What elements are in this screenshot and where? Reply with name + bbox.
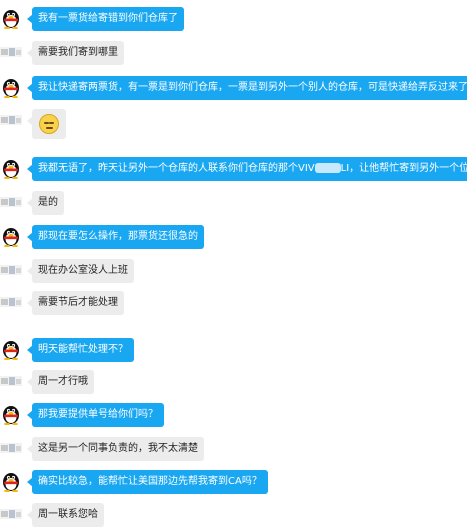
redacted-name — [314, 163, 341, 173]
message-text-part: 我都无语了，昨天让另外一个仓库的人联系你们仓库的那个VIV — [38, 163, 315, 174]
user-avatar-icon[interactable] — [0, 291, 22, 313]
penguin-avatar-icon[interactable] — [0, 157, 22, 179]
message-bubble: 需要我们寄到哪里 — [32, 41, 124, 65]
user-avatar-icon[interactable] — [0, 437, 22, 459]
penguin-avatar-icon[interactable] — [0, 7, 22, 29]
message-bubble: 现在办公室没人上班 — [32, 259, 134, 283]
user-avatar-icon[interactable] — [0, 109, 22, 131]
penguin-avatar-icon[interactable] — [0, 76, 22, 98]
message-bubble: 明天能帮忙处理不？ — [32, 338, 134, 362]
message-bubble: 那现在要怎么操作，那票货还很急的 — [32, 225, 204, 249]
message-bubble: 周一才行哦 — [32, 370, 94, 394]
user-avatar-icon[interactable] — [0, 259, 22, 281]
user-avatar-icon[interactable] — [0, 503, 22, 525]
user-avatar-icon[interactable] — [0, 191, 22, 213]
message-bubble: 我都无语了，昨天让另外一个仓库的人联系你们仓库的那个VIV LI，让他帮忙寄到另外… — [32, 157, 467, 181]
penguin-avatar-icon[interactable] — [0, 403, 22, 425]
message-bubble — [32, 109, 66, 139]
message-bubble: 确实比较急，能帮忙让美国那边先帮我寄到CA吗？ — [32, 470, 268, 494]
user-avatar-icon[interactable] — [0, 370, 22, 392]
message-bubble: 我让快递寄两票货，有一票是到你们仓库，一票是到另外一个别人的仓库，可是快递给弄反… — [32, 76, 467, 100]
message-bubble: 我有一票货给寄错到你们仓库了 — [32, 7, 184, 31]
message-bubble: 周一联系您哈 — [32, 503, 104, 527]
user-avatar-icon[interactable] — [0, 41, 22, 63]
message-bubble: 那我要提供单号给你们吗？ — [32, 403, 164, 427]
message-bubble: 需要节后才能处理 — [32, 291, 124, 315]
message-bubble: 是的 — [32, 191, 64, 215]
message-bubble: 这是另一个同事负责的，我不太清楚 — [32, 437, 204, 461]
grimace-emoji-icon — [39, 114, 59, 134]
message-text-part: LI，让他帮忙寄到另外一个位于CA — [340, 163, 467, 174]
penguin-avatar-icon[interactable] — [0, 470, 22, 492]
penguin-avatar-icon[interactable] — [0, 225, 22, 247]
penguin-avatar-icon[interactable] — [0, 338, 22, 360]
